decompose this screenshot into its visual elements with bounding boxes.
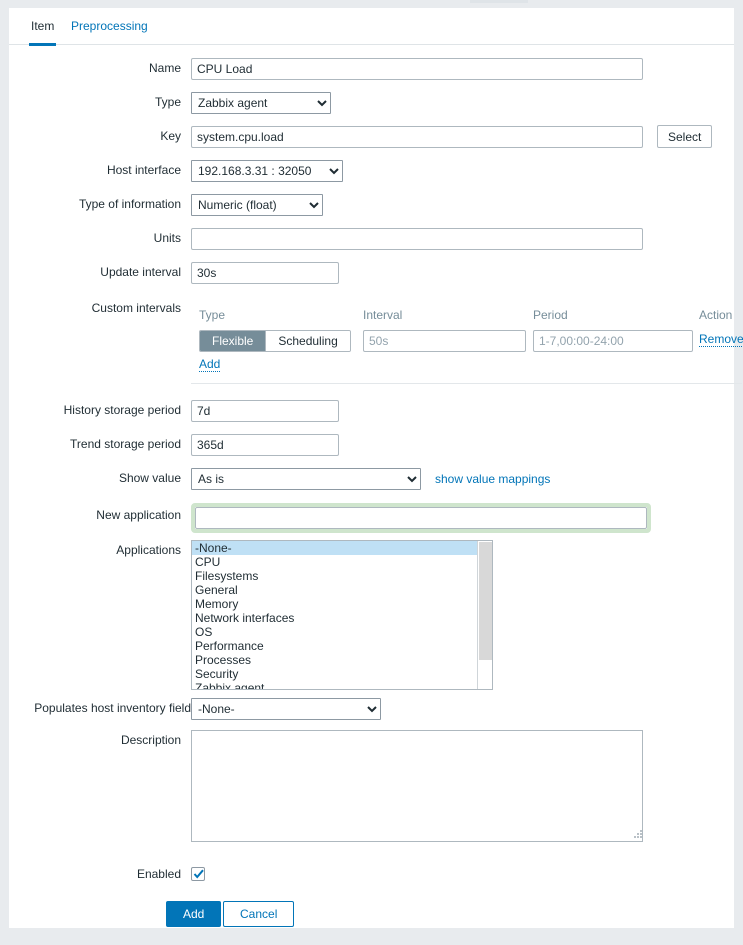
key-label: Key [160,129,181,143]
new-application-focus-ring [191,503,651,533]
history-storage-input[interactable] [191,400,339,422]
add-button[interactable]: Add [166,901,222,927]
interval-type-scheduling[interactable]: Scheduling [265,331,350,351]
enabled-checkbox[interactable] [191,867,205,881]
type-of-information-select[interactable]: Numeric (float) [191,194,323,216]
tab-preprocessing[interactable]: Preprocessing [69,17,150,43]
custom-interval-remove-link[interactable]: Remove [699,332,743,347]
ci-col-period: Period [533,308,568,322]
enabled-label: Enabled [136,867,181,881]
show-value-label: Show value [118,471,181,485]
cancel-button[interactable]: Cancel [223,901,295,927]
applications-listbox[interactable]: -None- CPU Filesystems General Memory Ne… [191,540,493,690]
host-interface-label: Host interface [106,163,181,177]
trend-storage-input[interactable] [191,434,339,456]
custom-intervals-label: Custom intervals [91,301,181,315]
update-interval-label: Update interval [100,265,181,279]
ci-col-action: Action [699,308,733,322]
custom-interval-input[interactable] [363,330,526,352]
row-applications: Applications -None- CPU Filesystems Gene… [9,540,734,690]
ci-col-interval: Interval [363,308,403,322]
new-application-input[interactable] [195,507,647,529]
custom-period-input[interactable] [533,330,693,352]
applications-scrollbar[interactable] [477,541,492,689]
row-units: Units [9,228,734,250]
row-host-interface: Host interface 192.168.3.31 : 32050 [9,160,734,182]
row-host-inventory: Populates host inventory field -None- [9,698,734,720]
row-enabled: Enabled [9,864,734,884]
row-new-application: New application [9,500,734,533]
show-value-mappings-link[interactable]: show value mappings [435,472,550,486]
history-storage-label: History storage period [63,403,181,417]
form-actions: Add Cancel [9,901,734,931]
applications-label: Applications [116,543,181,557]
tab-item[interactable]: Item [29,17,57,46]
new-application-label: New application [96,508,181,522]
row-trend-storage: Trend storage period [9,434,734,456]
item-config-card: Item Preprocessing Name Type Zabbix agen… [9,8,743,931]
application-option[interactable]: CPU [192,555,492,569]
type-select[interactable]: Zabbix agent [191,92,331,114]
description-textarea[interactable] [191,730,643,842]
host-inventory-label: Populates host inventory field [34,701,191,715]
row-description: Description [9,730,734,850]
units-label: Units [153,231,181,245]
row-name: Name [9,58,734,80]
tab-bar: Item Preprocessing [9,8,734,46]
description-label: Description [120,733,181,747]
application-option[interactable]: General [192,583,492,597]
applications-scrollbar-thumb[interactable] [479,542,492,661]
interval-type-flexible[interactable]: Flexible [200,331,266,351]
show-value-select[interactable]: As is [191,468,421,490]
row-type: Type Zabbix agent [9,92,734,114]
application-option[interactable]: Filesystems [192,569,492,583]
ci-col-type: Type [199,308,226,322]
top-partial-bar [470,0,528,3]
units-input[interactable] [191,228,643,250]
type-label: Type [154,95,181,109]
application-option[interactable]: Zabbix agent [192,681,492,689]
application-option[interactable]: Performance [192,639,492,653]
key-select-button[interactable]: Select [657,125,713,148]
check-icon [193,869,204,879]
name-input[interactable] [191,58,643,80]
type-of-information-label: Type of information [78,197,181,211]
application-option[interactable]: -None- [192,541,492,555]
row-show-value: Show value As is show value mappings [9,468,734,490]
host-interface-select[interactable]: 192.168.3.31 : 32050 [191,160,343,182]
trend-storage-label: Trend storage period [70,437,181,451]
application-option[interactable]: Network interfaces [192,611,492,625]
row-type-of-information: Type of information Numeric (float) [9,194,734,216]
row-custom-intervals: Custom intervals Type Interval Period Ac… [9,298,743,384]
application-option[interactable]: OS [192,625,492,639]
application-option[interactable]: Memory [192,597,492,611]
key-input[interactable] [191,126,643,148]
application-option[interactable]: Security [192,667,492,681]
custom-intervals-table: Type Interval Period Action Flexible Sch… [191,298,743,384]
row-history-storage: History storage period [9,400,734,422]
row-key: Key Select [9,125,734,148]
host-inventory-select[interactable]: -None- [191,698,381,720]
application-option[interactable]: Processes [192,653,492,667]
custom-interval-add-link[interactable]: Add [199,357,221,372]
interval-type-toggle[interactable]: Flexible Scheduling [199,330,351,352]
update-interval-input[interactable] [191,262,339,284]
name-label: Name [148,61,181,75]
row-update-interval: Update interval [9,262,734,284]
